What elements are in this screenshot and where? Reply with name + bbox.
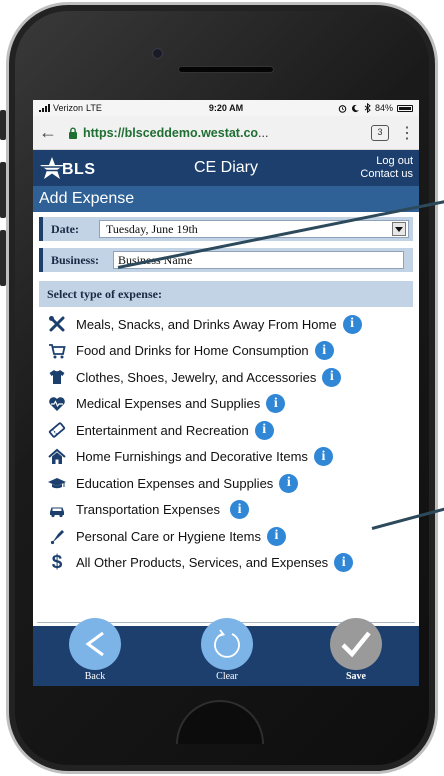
logout-link[interactable]: Log out — [360, 155, 413, 168]
expense-option-label: Entertainment and Recreation — [76, 422, 249, 438]
expense-option-entertainment[interactable]: Entertainment and Recreation i — [47, 417, 419, 444]
expense-type-header: Select type of expense: — [39, 281, 413, 307]
shopping-cart-icon — [47, 341, 67, 361]
heart-pulse-icon — [47, 394, 67, 414]
info-icon[interactable]: i — [322, 367, 342, 387]
browser-url-bar: ← https://blsceddemo.westat.co... 3 ⋮ — [33, 116, 419, 150]
network-type: LTE — [86, 103, 102, 113]
utensils-icon — [47, 314, 67, 334]
info-icon[interactable]: i — [266, 526, 286, 546]
info-icon[interactable]: i — [334, 553, 354, 573]
volume-up-button — [0, 162, 6, 218]
tab-switcher-button[interactable]: 3 — [371, 124, 389, 141]
shirt-icon — [47, 367, 67, 387]
clear-label: Clear — [216, 671, 238, 682]
expense-option-education[interactable]: Education Expenses and Supplies i — [47, 470, 419, 497]
bottom-nav: Back Clear Save — [33, 618, 419, 686]
expense-option-label: Personal Care or Hygiene Items — [76, 528, 261, 544]
business-label: Business: — [51, 252, 100, 267]
bls-logo-text: BLS — [62, 161, 96, 178]
info-icon[interactable]: i — [342, 314, 362, 334]
car-icon — [47, 500, 67, 520]
date-value: Tuesday, June 19th — [106, 221, 198, 236]
expense-option-medical[interactable]: Medical Expenses and Supplies i — [47, 391, 419, 418]
expense-option-personal-care[interactable]: Personal Care or Hygiene Items i — [47, 523, 419, 550]
browser-menu-icon[interactable]: ⋮ — [399, 123, 415, 143]
expense-option-label: Education Expenses and Supplies — [76, 475, 274, 491]
info-icon[interactable]: i — [279, 473, 299, 493]
info-icon[interactable]: i — [266, 394, 286, 414]
business-row: Business: Business Name — [39, 248, 413, 272]
expense-option-home-furnishings[interactable]: Home Furnishings and Decorative Items i — [47, 444, 419, 471]
bluetooth-icon — [364, 103, 371, 113]
battery-percent: 84% — [374, 103, 393, 113]
earpiece-speaker — [178, 66, 274, 73]
date-label: Date: — [51, 221, 79, 236]
back-label: Back — [84, 671, 106, 682]
graduation-cap-icon — [47, 473, 67, 493]
dollar-icon: $ — [51, 551, 63, 573]
info-icon[interactable]: i — [230, 500, 250, 520]
back-button[interactable]: Back — [67, 618, 123, 682]
page-heading: Add Expense — [33, 186, 419, 212]
lock-icon — [65, 127, 81, 139]
do-not-disturb-icon — [351, 104, 359, 112]
clear-button[interactable]: Clear — [199, 618, 255, 682]
phone-screen: Verizon LTE 9:20 AM 84% ← https://blsced… — [33, 100, 419, 686]
expense-option-transportation[interactable]: Transportation Expenses i — [47, 497, 419, 524]
volume-down-button — [0, 230, 6, 286]
expense-option-meals[interactable]: Meals, Snacks, and Drinks Away From Home… — [47, 311, 419, 338]
bls-logo: BLS — [39, 156, 96, 180]
carrier-name: Verizon — [53, 103, 84, 113]
battery-icon — [397, 104, 413, 112]
info-icon[interactable]: i — [313, 447, 333, 467]
ticket-icon — [47, 420, 67, 440]
info-icon[interactable]: i — [314, 341, 334, 361]
date-select[interactable]: Tuesday, June 19th — [99, 220, 409, 238]
browser-back-icon[interactable]: ← — [39, 122, 65, 143]
expense-option-label: Home Furnishings and Decorative Items — [76, 449, 308, 465]
url-field[interactable]: https://blsceddemo.westat.co... — [83, 126, 365, 140]
status-bar: Verizon LTE 9:20 AM 84% — [33, 100, 419, 116]
front-camera — [152, 48, 163, 59]
mute-switch — [0, 110, 6, 140]
refresh-icon — [201, 618, 253, 670]
info-icon[interactable]: i — [254, 420, 274, 440]
contact-link[interactable]: Contact us — [360, 168, 413, 181]
signal-icon — [39, 104, 50, 112]
checkmark-icon — [330, 618, 382, 670]
app-header: BLS CE Diary Log out Contact us — [33, 150, 419, 186]
expense-option-label: Clothes, Shoes, Jewelry, and Accessories — [76, 369, 317, 385]
header-links: Log out Contact us — [360, 155, 413, 181]
url-host: https://blsceddemo.westat.co — [83, 125, 259, 140]
hair-dryer-icon — [47, 526, 67, 546]
expense-option-label: Meals, Snacks, and Drinks Away From Home — [76, 316, 337, 332]
url-ellipsis: ... — [258, 125, 269, 140]
home-icon — [47, 447, 67, 467]
expense-option-clothes[interactable]: Clothes, Shoes, Jewelry, and Accessories… — [47, 364, 419, 391]
alarm-icon — [338, 104, 347, 113]
expense-option-food-home[interactable]: Food and Drinks for Home Consumption i — [47, 338, 419, 365]
back-arrow-icon — [69, 618, 121, 670]
dropdown-arrow-icon — [392, 222, 406, 236]
save-button[interactable]: Save — [328, 618, 384, 682]
expense-option-label: All Other Products, Services, and Expens… — [76, 555, 329, 571]
expense-option-label: Food and Drinks for Home Consumption — [76, 343, 309, 359]
expense-option-other[interactable]: $ All Other Products, Services, and Expe… — [47, 550, 419, 577]
expense-option-label: Transportation Expenses — [76, 502, 221, 518]
expense-option-label: Medical Expenses and Supplies — [76, 396, 261, 412]
expense-type-list: Meals, Snacks, and Drinks Away From Home… — [33, 311, 419, 576]
save-label: Save — [346, 671, 366, 682]
